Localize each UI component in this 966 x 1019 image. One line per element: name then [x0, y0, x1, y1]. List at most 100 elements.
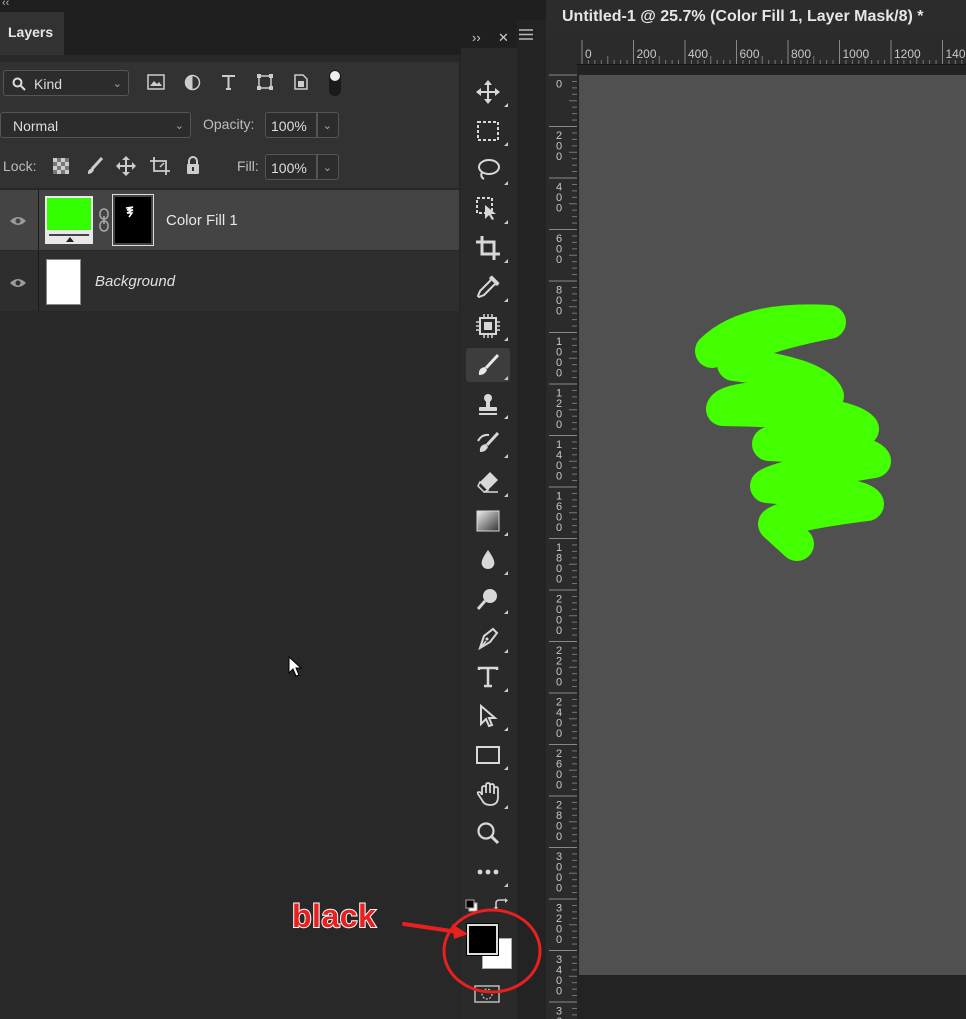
document-tab[interactable]: Untitled-1 @ 25.7% (Color Fill 1, Layer … [546, 0, 966, 36]
ruler-h-label: 1000 [843, 47, 870, 61]
separator [38, 251, 39, 311]
filter-toggle-switch[interactable] [329, 70, 341, 96]
ruler-v-label-digit: 0 [556, 151, 562, 163]
blur-drop-icon [481, 550, 495, 569]
mouse-pointer-icon [288, 656, 302, 677]
lock-artboard-icon[interactable] [149, 156, 171, 176]
move-icon [476, 80, 500, 104]
ruler-h-label: 0 [585, 47, 592, 61]
gradient-tool[interactable] [466, 504, 510, 538]
filter-kind-select[interactable]: Kind ⌄ [3, 70, 129, 96]
mask-scribble-mark [125, 206, 134, 218]
toolbar-gutter [517, 20, 546, 1019]
opacity-input[interactable]: 100% [265, 112, 317, 138]
fill-dropdown-button[interactable]: ⌄ [317, 154, 339, 180]
background-layer-thumbnail[interactable] [46, 259, 81, 305]
ruler-v-label-digit: 0 [556, 934, 562, 946]
zoom-tool[interactable] [466, 816, 510, 850]
ruler-h-label: 600 [740, 47, 760, 61]
type-layer-filter-icon[interactable] [220, 73, 237, 91]
stamp-icon [479, 394, 497, 415]
ruler-v-label-digit: 0 [556, 306, 562, 318]
ruler-origin[interactable] [546, 36, 577, 64]
history-brush-tool[interactable] [466, 426, 510, 460]
dodge-tool[interactable] [466, 582, 510, 616]
lock-all-icon[interactable] [185, 155, 201, 175]
brush-tool[interactable] [466, 348, 510, 382]
eraser-tool[interactable] [466, 465, 510, 499]
edit-toolbar-more[interactable] [466, 855, 510, 889]
fill-layer-thumbnail[interactable] [45, 196, 93, 244]
ruler-v-label-digit: 0 [556, 883, 562, 895]
smart-object-filter-icon[interactable] [293, 73, 309, 91]
layer-row-color-fill[interactable]: Color Fill 1 [0, 190, 459, 250]
crop-tool[interactable] [466, 231, 510, 265]
type-tool[interactable] [466, 660, 510, 694]
ruler-v-ticks: 0200400600800100012001400160018002000220… [549, 74, 577, 1019]
blend-mode-select[interactable]: Normal ⌄ [0, 112, 191, 138]
history-brush-icon [477, 431, 500, 452]
layer-mask-thumbnail[interactable] [112, 194, 154, 246]
lasso-tool[interactable] [466, 153, 510, 187]
path-selection-tool[interactable] [466, 699, 510, 733]
ruler-v-label-digit: 0 [556, 254, 562, 266]
pen-icon [478, 627, 499, 650]
visibility-eye-icon[interactable] [9, 276, 27, 290]
ruler-h-label: 800 [791, 47, 811, 61]
ruler-v-label-digit: 0 [556, 522, 562, 534]
chevron-down-icon: ⌄ [322, 120, 332, 132]
rectangle-tool[interactable] [466, 738, 510, 772]
ruler-v-label-digit: 0 [556, 471, 562, 483]
opacity-dropdown-button[interactable]: ⌄ [317, 112, 339, 138]
ruler-v-label-digit: 0 [556, 728, 562, 740]
marquee-tool[interactable] [466, 114, 510, 148]
chevron-down-icon: ⌄ [174, 120, 184, 132]
expand-toolbar-button[interactable]: ›› [472, 30, 481, 45]
close-toolbar-button[interactable]: ✕ [498, 30, 509, 46]
more-dots-icon [477, 869, 499, 875]
shape-layer-filter-icon[interactable] [256, 73, 274, 91]
horizontal-ruler[interactable]: 0 200 400 600 800 1000 1200 1400 [577, 36, 966, 65]
pen-tool[interactable] [466, 621, 510, 655]
object-select-tool[interactable] [466, 192, 510, 226]
fill-input[interactable]: 100% [265, 154, 317, 180]
visibility-eye-icon[interactable] [9, 214, 27, 228]
lock-transparency-icon[interactable] [53, 158, 69, 174]
tab-layers[interactable]: Layers [0, 12, 64, 55]
clone-stamp-tool[interactable] [466, 387, 510, 421]
blend-row: Normal ⌄ Opacity: 100% ⌄ [0, 104, 459, 146]
frame-tool[interactable] [466, 309, 510, 343]
pixel-layer-filter-icon[interactable] [147, 74, 165, 90]
eyedropper-tool[interactable] [466, 270, 510, 304]
collapse-panels-button[interactable]: ‹‹ [2, 0, 9, 9]
ruler-h-label: 1200 [894, 47, 921, 61]
layer-name[interactable]: Color Fill 1 [166, 212, 238, 229]
document-canvas[interactable] [579, 75, 966, 975]
blend-mode-value: Normal [13, 118, 59, 134]
blur-tool[interactable] [466, 543, 510, 577]
move-tool[interactable] [466, 75, 510, 109]
ruler-v-label-digit: 0 [556, 368, 562, 380]
green-brush-stroke [695, 304, 891, 561]
lock-position-icon[interactable] [116, 156, 136, 176]
fill-color-swatch [47, 198, 91, 230]
ruler-h-ticks: 0 200 400 600 800 1000 1200 1400 [581, 40, 966, 64]
annotation-label: black [291, 897, 377, 935]
lock-row: Lock: Fill: 100% ⌄ [0, 146, 459, 188]
lock-pixels-icon[interactable] [86, 157, 104, 175]
chevron-down-icon: ⌄ [322, 162, 332, 174]
panel-menu-icon[interactable] [519, 29, 533, 40]
fill-label: Fill: [237, 158, 259, 174]
hand-tool[interactable] [466, 777, 510, 811]
mask-fill [115, 197, 151, 243]
vertical-ruler[interactable]: 0200400600800100012001400160018002000220… [546, 64, 578, 1019]
ruler-h-label: 1400 [946, 47, 966, 61]
link-chain-icon[interactable] [98, 208, 110, 232]
adjustment-layer-filter-icon[interactable] [184, 74, 201, 91]
ruler-v-label-digit: 0 [556, 79, 562, 91]
layer-name[interactable]: Background [95, 273, 175, 290]
layer-row-background[interactable]: Background [0, 251, 459, 311]
fill-thumb-bar [49, 234, 89, 236]
ruler-h-label: 400 [688, 47, 708, 61]
rectangle-icon [476, 746, 500, 764]
